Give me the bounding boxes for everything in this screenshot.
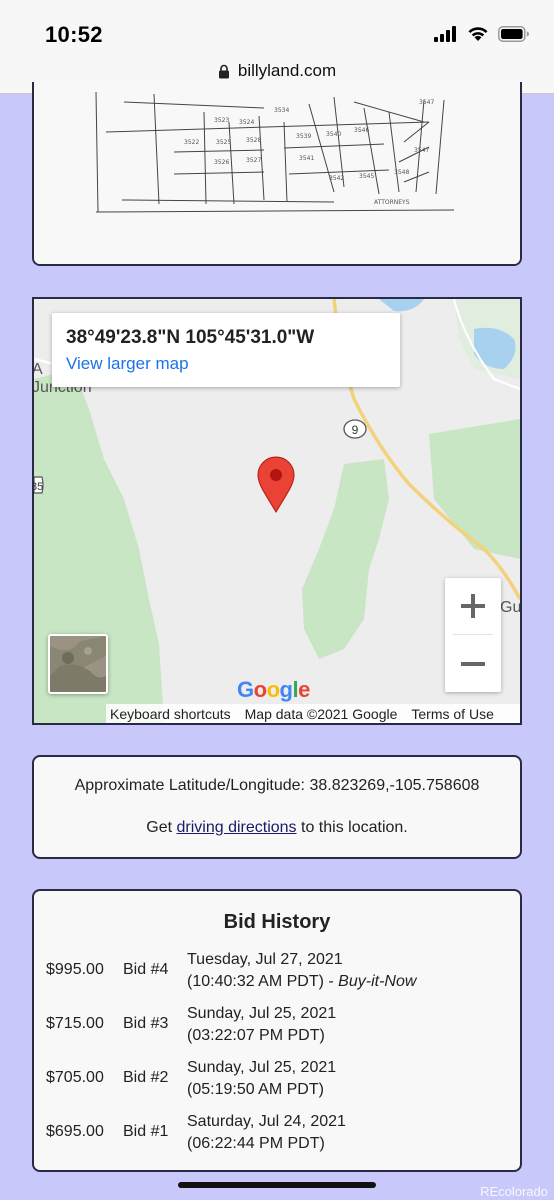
bid-row: $715.00 Bid #3 Sunday, Jul 25, 2021 (03:… bbox=[46, 1003, 506, 1049]
lock-icon bbox=[218, 64, 229, 78]
map-info-box: 38°49'23.8"N 105°45'31.0"W View larger m… bbox=[52, 313, 400, 387]
svg-text:3523: 3523 bbox=[214, 117, 229, 124]
map-coordinates: 38°49'23.8"N 105°45'31.0"W bbox=[66, 327, 315, 348]
bid-datetime: Sunday, Jul 25, 2021 (05:19:50 AM PDT) bbox=[187, 1057, 336, 1101]
svg-text:3522: 3522 bbox=[184, 139, 199, 146]
status-time: 10:52 bbox=[45, 22, 103, 47]
google-logo: Google bbox=[237, 677, 310, 702]
bid-number: Bid #3 bbox=[123, 1015, 169, 1032]
bid-amount: $695.00 bbox=[46, 1123, 104, 1140]
driving-directions-link[interactable]: driving directions bbox=[177, 819, 297, 836]
bid-amount: $995.00 bbox=[46, 961, 104, 978]
url-domain: billyland.com bbox=[237, 61, 337, 80]
bid-number: Bid #2 bbox=[123, 1069, 169, 1086]
svg-text:3547: 3547 bbox=[419, 99, 434, 106]
bid-row: $995.00 Bid #4 Tuesday, Jul 27, 2021 (10… bbox=[46, 949, 506, 995]
svg-text:3542: 3542 bbox=[329, 175, 344, 182]
plat-map-image: 3523 3524 3534 3522 3525 3528 3539 3540 3546 3… bbox=[34, 82, 520, 264]
latlong-value: 38.823269,-105.758608 bbox=[309, 777, 480, 794]
bid-history-title: Bid History bbox=[223, 911, 331, 933]
map-attribution-bar: Keyboard shortcuts Map data ©2021 Google… bbox=[106, 704, 520, 723]
home-indicator[interactable] bbox=[178, 1182, 376, 1188]
watermark: REcolorado bbox=[480, 1184, 548, 1199]
route-9-shield: 9 bbox=[343, 419, 367, 439]
battery-icon bbox=[498, 26, 529, 42]
svg-text:3525: 3525 bbox=[216, 139, 231, 146]
svg-text:3528: 3528 bbox=[246, 137, 261, 144]
svg-text:3545: 3545 bbox=[359, 173, 374, 180]
bid-date: Sunday, Jul 25, 2021 bbox=[187, 1059, 337, 1076]
zoom-out-button[interactable] bbox=[445, 636, 501, 692]
svg-text:3534: 3534 bbox=[274, 107, 289, 114]
location-card: Approximate Latitude/Longitude: 38.82326… bbox=[32, 755, 522, 859]
bid-amount: $715.00 bbox=[46, 1015, 104, 1032]
bid-time: (06:22:44 PM PDT) bbox=[187, 1135, 325, 1152]
svg-text:3524: 3524 bbox=[239, 119, 254, 126]
bid-history-card: Bid History $995.00 Bid #4 Tuesday, Jul … bbox=[32, 889, 522, 1172]
bid-datetime: Tuesday, Jul 27, 2021 (10:40:32 AM PDT) … bbox=[187, 949, 416, 993]
view-larger-map-link[interactable]: View larger map bbox=[66, 354, 386, 374]
svg-text:3546: 3546 bbox=[354, 127, 369, 134]
svg-text:3547: 3547 bbox=[414, 147, 429, 154]
bid-date: Sunday, Jul 25, 2021 bbox=[187, 1005, 337, 1022]
route-85-shield: 85 bbox=[34, 476, 44, 494]
minus-icon bbox=[461, 662, 485, 666]
bid-time: (03:22:07 PM PDT) bbox=[187, 1027, 325, 1044]
page-content: 3523 3524 3534 3522 3525 3528 3539 3540 3546 3… bbox=[12, 82, 542, 1200]
status-icons bbox=[434, 26, 530, 42]
satellite-toggle-button[interactable] bbox=[48, 634, 108, 694]
place-label-a: A bbox=[32, 361, 43, 378]
plus-icon bbox=[461, 594, 485, 618]
buy-it-now-note: Buy-it-Now bbox=[338, 973, 417, 990]
svg-text:3539: 3539 bbox=[296, 133, 311, 140]
bid-note-separator: - bbox=[323, 973, 339, 990]
zoom-control bbox=[445, 578, 501, 692]
latlong-line: Approximate Latitude/Longitude: 38.82326… bbox=[34, 777, 520, 795]
zoom-divider bbox=[453, 634, 493, 635]
directions-prefix: Get bbox=[146, 819, 173, 836]
directions-line: Get driving directions to this location. bbox=[34, 819, 520, 837]
bid-amount: $705.00 bbox=[46, 1069, 104, 1086]
status-bar: 10:52 bbox=[0, 0, 554, 58]
bid-time: (10:40:32 AM PDT) bbox=[187, 973, 324, 990]
bid-number: Bid #4 bbox=[123, 961, 169, 978]
svg-text:3541: 3541 bbox=[299, 155, 314, 162]
cellular-signal-icon bbox=[434, 26, 456, 42]
bid-date: Saturday, Jul 24, 2021 bbox=[187, 1113, 346, 1130]
bid-row: $705.00 Bid #2 Sunday, Jul 25, 2021 (05:… bbox=[46, 1057, 506, 1103]
svg-text:85: 85 bbox=[34, 481, 43, 493]
bid-row: $695.00 Bid #1 Saturday, Jul 24, 2021 (0… bbox=[46, 1111, 506, 1157]
bid-datetime: Sunday, Jul 25, 2021 (03:22:07 PM PDT) bbox=[187, 1003, 336, 1047]
svg-text:3526: 3526 bbox=[214, 159, 229, 166]
svg-text:ATTORNEYS: ATTORNEYS bbox=[374, 199, 410, 206]
place-label-gu: Gu bbox=[500, 599, 522, 616]
svg-text:3527: 3527 bbox=[246, 157, 261, 164]
svg-text:3548: 3548 bbox=[394, 169, 409, 176]
terms-of-use-link[interactable]: Terms of Use bbox=[411, 706, 493, 722]
plat-map-card: 3523 3524 3534 3522 3525 3528 3539 3540 3546 3… bbox=[32, 82, 522, 266]
zoom-in-button[interactable] bbox=[445, 578, 501, 634]
bid-date: Tuesday, Jul 27, 2021 bbox=[187, 951, 343, 968]
directions-suffix: to this location. bbox=[301, 819, 408, 836]
satellite-thumbnail-image bbox=[50, 636, 106, 692]
map-data-text: Map data ©2021 Google bbox=[244, 706, 398, 722]
wifi-icon bbox=[468, 27, 488, 41]
keyboard-shortcuts-link[interactable]: Keyboard shortcuts bbox=[110, 706, 231, 722]
svg-text:9: 9 bbox=[352, 423, 359, 437]
bid-datetime: Saturday, Jul 24, 2021 (06:22:44 PM PDT) bbox=[187, 1111, 346, 1155]
bid-number: Bid #1 bbox=[123, 1123, 169, 1140]
bid-time: (05:19:50 AM PDT) bbox=[187, 1081, 324, 1098]
map-card[interactable]: 9 85 A Junction Gu 38°49'23.8"N 105°45'3… bbox=[32, 297, 522, 725]
latlong-label: Approximate Latitude/Longitude: bbox=[74, 777, 305, 794]
svg-text:3540: 3540 bbox=[326, 131, 341, 138]
